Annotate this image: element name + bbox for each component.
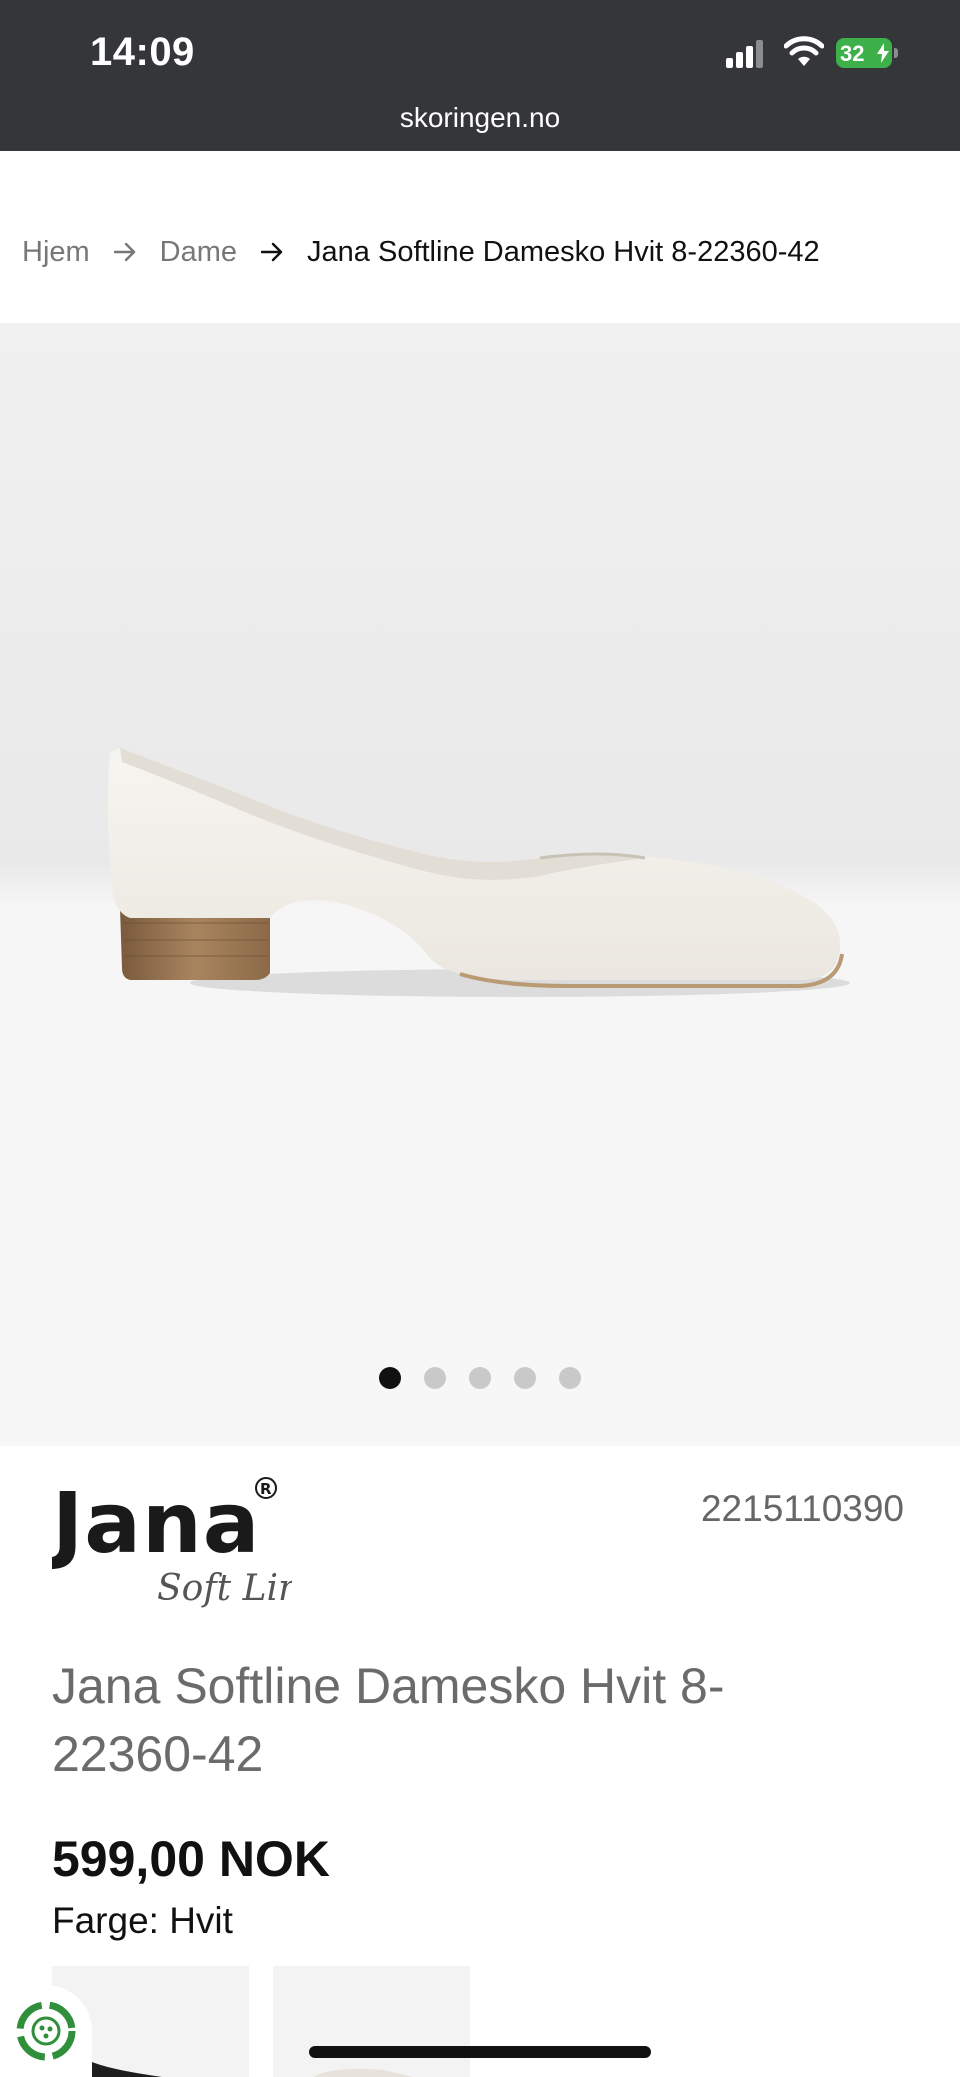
color-label: Farge: Hvit [52,1900,233,1941]
gallery-dot-4[interactable] [514,1367,536,1389]
gallery-dot-2[interactable] [424,1367,446,1389]
color-variant-thumbnail-2[interactable] [273,1966,470,2077]
variant-image [313,2068,413,2077]
product-price: 599,00 NOK [52,1831,330,1887]
status-bar: 14:09 32 skoringen.no [0,0,960,151]
gallery-pagination [0,1367,960,1389]
jana-softline-logo: Jana R Soft Line [47,1474,322,1609]
wifi-icon [784,36,824,66]
recycle-badge-button[interactable] [0,1985,92,2077]
cellular-signal-icon [726,40,763,68]
product-image[interactable] [100,718,860,1018]
charging-bolt-icon [877,43,889,63]
svg-text:R: R [260,1480,272,1498]
product-image-gallery[interactable] [0,323,960,1446]
brand-logo[interactable]: Jana R Soft Line [47,1472,322,1612]
recycle-badge-icon [16,2001,76,2061]
product-sku: 2215110390 [700,1488,904,1529]
svg-text:Soft Line: Soft Line [157,1568,292,1609]
address-bar-url[interactable]: skoringen.no [0,102,960,134]
arrow-right-icon [260,242,283,262]
home-indicator [309,2046,651,2058]
gallery-dot-3[interactable] [469,1367,491,1389]
svg-text:Jana: Jana [52,1474,260,1572]
gallery-dot-5[interactable] [559,1367,581,1389]
battery-level: 32 [840,41,865,66]
arrow-right-icon [113,242,135,262]
battery-charging-icon: 32 [836,38,898,68]
breadcrumb-dame[interactable]: Dame [160,236,237,269]
breadcrumb-current: Jana Softline Damesko Hvit 8-22360-42 [307,235,820,268]
breadcrumb: Hjem Dame Jana Softline Damesko Hvit 8-2… [22,230,820,274]
status-time: 14:09 [90,30,195,74]
gallery-dot-1[interactable] [379,1367,401,1389]
breadcrumb-home[interactable]: Hjem [22,236,90,269]
product-title: Jana Softline Damesko Hvit 8-22360-42 [52,1658,725,1782]
